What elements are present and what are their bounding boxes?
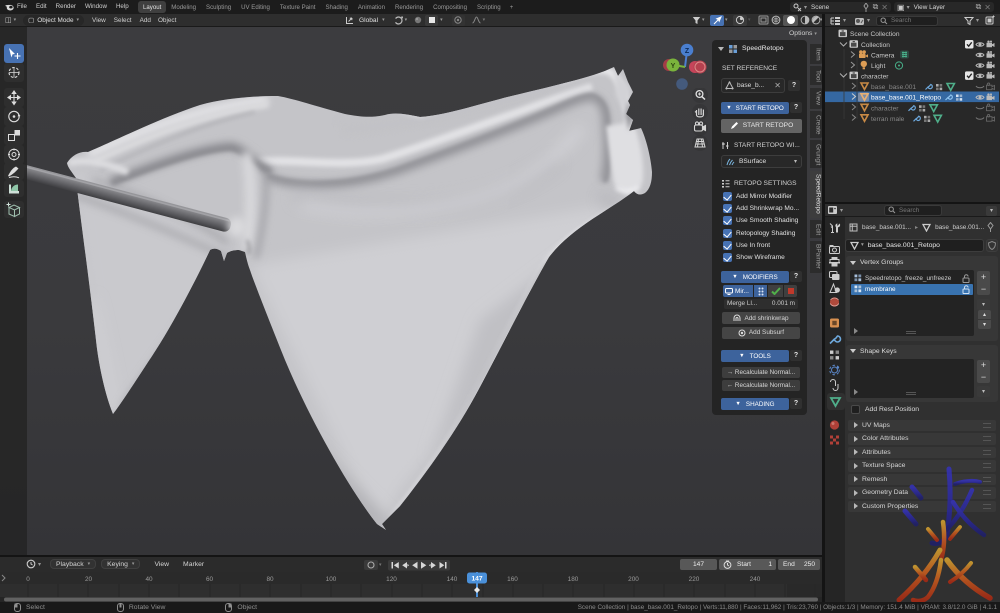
svg-text:140: 140 [447,576,458,583]
svg-text:character: character [861,73,889,80]
svg-text:Y: Y [671,63,676,70]
svg-text:60: 60 [206,576,214,583]
svg-text:240: 240 [750,576,761,583]
svg-text:Scene Collection: Scene Collection [850,31,900,38]
svg-text:Z: Z [685,48,690,55]
svg-text:147: 147 [471,576,482,583]
svg-text:80: 80 [266,576,274,583]
svg-text:character: character [871,105,899,112]
svg-text:200: 200 [628,576,639,583]
svg-text:40: 40 [145,576,153,583]
svg-text:220: 220 [689,576,700,583]
svg-text:base_base.001_Retopo: base_base.001_Retopo [871,95,941,102]
svg-text:Collection: Collection [861,42,890,49]
svg-text:Light: Light [871,63,885,70]
svg-text:180: 180 [568,576,579,583]
svg-text:Camera: Camera [871,53,895,60]
svg-text:terran male: terran male [871,116,905,123]
svg-text:160: 160 [507,576,518,583]
svg-text:base_base.001: base_base.001 [871,84,916,91]
svg-text:120: 120 [386,576,397,583]
svg-text:100: 100 [326,576,337,583]
svg-text:20: 20 [85,576,93,583]
svg-text:0: 0 [26,576,30,583]
